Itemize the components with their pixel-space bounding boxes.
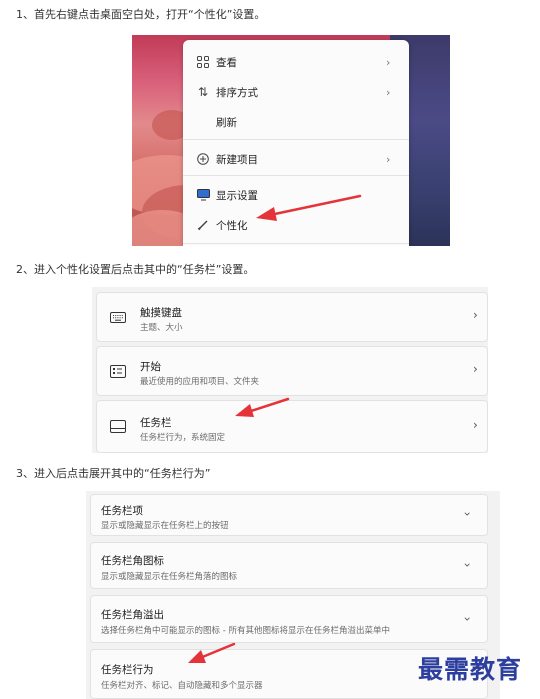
pen-icon [195,217,211,233]
menu-item-personalize-label: 个性化 [216,219,248,232]
menu-item-sort[interactable]: ⇅ 排序方式 › [183,77,409,107]
card-subtitle: 任务栏行为，系统固定 [140,433,226,443]
settings-card-start[interactable]: 开始 最近使用的应用和项目、文件夹 › [96,346,488,396]
sort-icon: ⇅ [197,85,209,99]
section-subtitle: 显示或隐藏显示在任务栏角落的图标 [101,572,238,582]
chevron-down-icon: › [460,562,475,568]
section-subtitle: 任务栏对齐、标记、自动隐藏和多个显示器 [101,681,263,691]
menu-item-display-label: 显示设置 [216,189,258,202]
taskbar-icon [110,420,126,433]
section-title: 任务栏角溢出 [101,609,164,621]
menu-item-refresh[interactable]: 刷新 [183,107,409,137]
chevron-down-icon: › [460,511,475,517]
section-title: 任务栏行为 [101,664,154,676]
section-taskbar-corner-overflow[interactable]: 任务栏角溢出 选择任务栏角中可能显示的图标 - 所有其他图标将显示在任务栏角溢出… [90,595,488,643]
grid-icon [195,54,211,70]
section-taskbar-items[interactable]: 任务栏项 显示或隐藏显示在任务栏上的按钮 › [90,494,488,536]
section-subtitle: 选择任务栏角中可能显示的图标 - 所有其他图标将显示在任务栏角溢出菜单中 [101,626,390,636]
chevron-down-icon: › [460,616,475,622]
chevron-right-icon: › [473,418,478,432]
menu-item-sort-label: 排序方式 [216,86,258,99]
menu-item-new[interactable]: 新建项目 › [183,144,409,174]
step-1-text: 1、首先右键点击桌面空白处，打开“个性化”设置。 [16,8,266,21]
card-title: 开始 [140,361,161,373]
menu-item-view[interactable]: 查看 › [183,47,409,77]
settings-panel: 触摸键盘 主题、大小 › 开始 最近使用的应用和项目、文件夹 › 任务栏 任务栏… [92,287,488,453]
card-title: 任务栏 [140,417,172,429]
chevron-right-icon: › [386,152,391,166]
step-2-text: 2、进入个性化设置后点击其中的“任务栏”设置。 [16,263,255,276]
card-title: 触摸键盘 [140,307,182,319]
card-subtitle: 最近使用的应用和项目、文件夹 [140,377,260,387]
desktop-screenshot: 查看 › ⇅ 排序方式 › 刷新 新建项目 › 显示设置 个性化 [132,35,450,246]
menu-item-refresh-label: 刷新 [216,116,237,129]
chevron-right-icon: › [386,85,391,99]
step-3-text: 3、进入后点击展开其中的“任务栏行为” [16,467,211,480]
keyboard-icon [110,312,126,323]
plus-circle-icon [195,151,211,167]
chevron-right-icon: › [473,308,478,322]
menu-separator [183,139,409,140]
section-taskbar-corner-icons[interactable]: 任务栏角图标 显示或隐藏显示在任务栏角落的图标 › [90,542,488,589]
menu-item-new-label: 新建项目 [216,153,258,166]
desktop-context-menu: 查看 › ⇅ 排序方式 › 刷新 新建项目 › 显示设置 个性化 [183,40,409,246]
menu-item-personalize[interactable]: 个性化 [183,210,409,240]
section-title: 任务栏项 [101,505,143,517]
chevron-right-icon: › [473,362,478,376]
settings-card-taskbar[interactable]: 任务栏 任务栏行为，系统固定 › [96,400,488,453]
start-icon [110,365,126,378]
chevron-right-icon: › [386,55,391,69]
monitor-icon [195,187,211,203]
card-subtitle: 主题、大小 [140,323,183,333]
menu-separator [183,175,409,176]
menu-item-view-label: 查看 [216,56,237,69]
menu-separator [183,243,409,244]
section-title: 任务栏角图标 [101,555,164,567]
section-subtitle: 显示或隐藏显示在任务栏上的按钮 [101,521,229,531]
settings-card-touch-keyboard[interactable]: 触摸键盘 主题、大小 › [96,292,488,342]
menu-item-display-settings[interactable]: 显示设置 [183,180,409,210]
watermark-logo: 最需教育 [418,655,523,684]
